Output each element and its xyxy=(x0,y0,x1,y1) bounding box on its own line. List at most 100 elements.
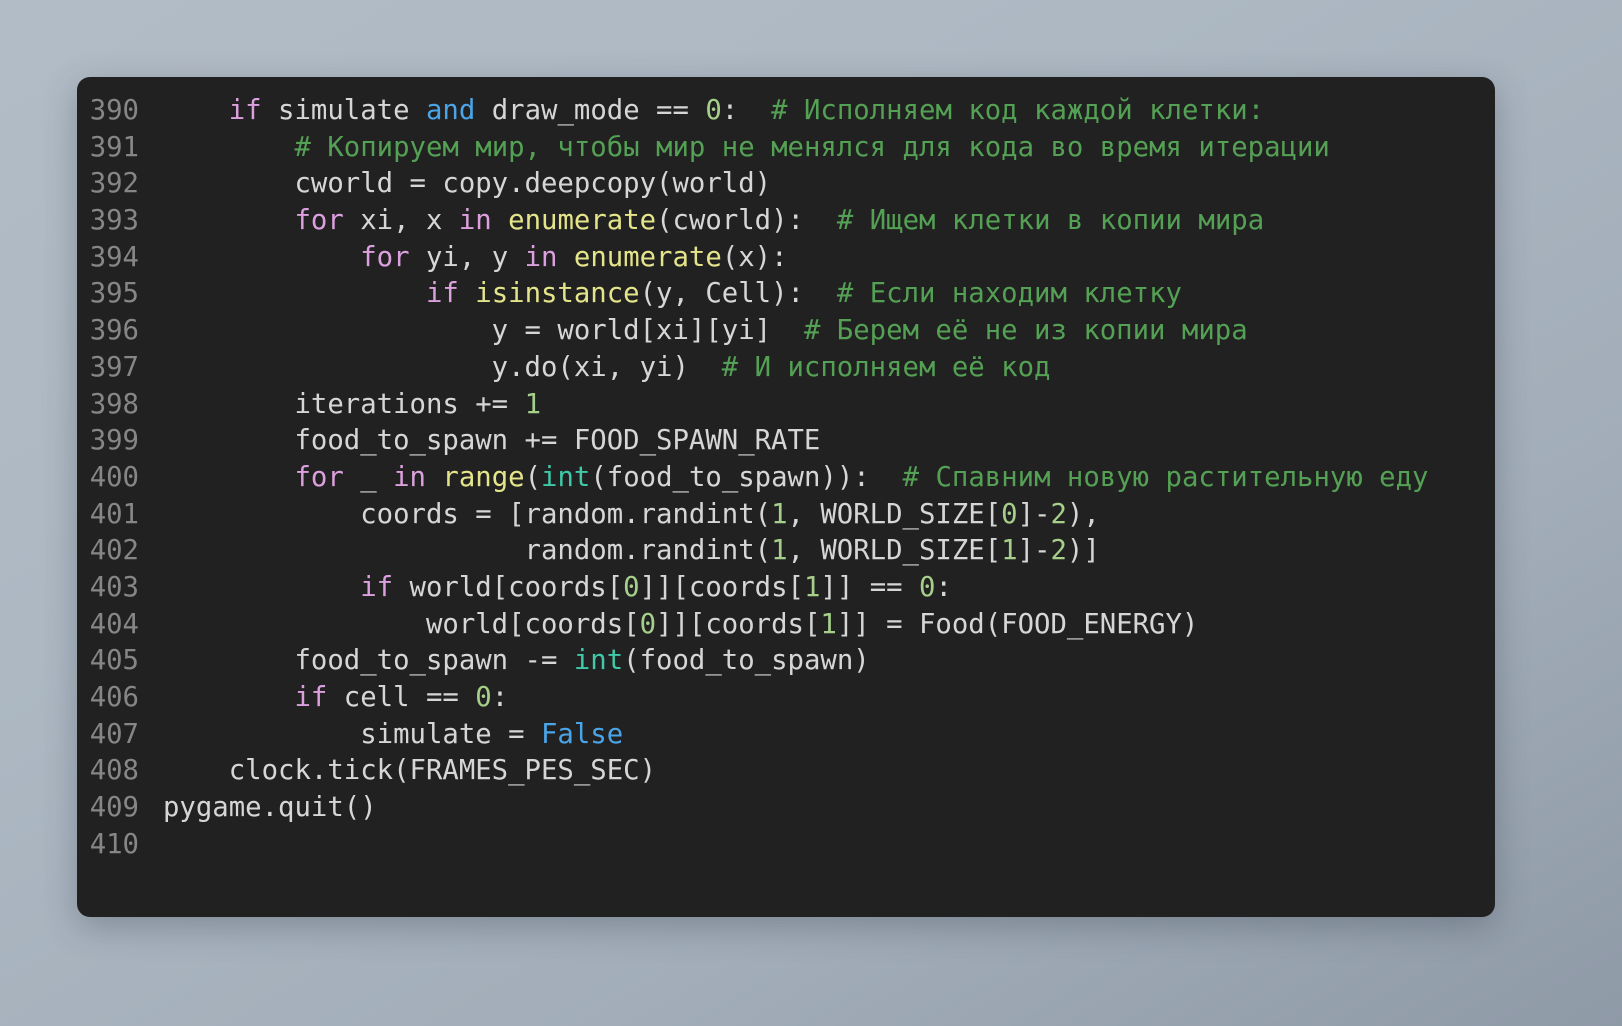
line-content[interactable]: for _ in range(int(food_to_spawn)): # Сп… xyxy=(163,460,1495,497)
code-line[interactable]: 400 for _ in range(int(food_to_spawn)): … xyxy=(77,460,1495,497)
code-line[interactable]: 401 coords = [random.randint(1, WORLD_SI… xyxy=(77,497,1495,534)
line-content[interactable]: food_to_spawn -= int(food_to_spawn) xyxy=(163,643,1495,680)
code-token-num: 0 xyxy=(623,571,640,603)
code-token-cmt: # Спавним новую растительную еду xyxy=(902,461,1429,493)
line-content[interactable]: if world[coords[0]][coords[1]] == 0: xyxy=(163,570,1495,607)
code-line[interactable]: 398 iterations += 1 xyxy=(77,387,1495,424)
code-token-num: 1 xyxy=(803,571,821,603)
code-token-plain: cworld = copy.deepcopy(world) xyxy=(163,168,772,200)
line-content[interactable]: y = world[xi][yi] # Берем её не из копии… xyxy=(163,313,1495,350)
code-token-plain: simulate = xyxy=(163,718,541,750)
code-line[interactable]: 394 for yi, y in enumerate(x): xyxy=(77,240,1495,277)
code-token-kw: if xyxy=(425,278,459,310)
code-line[interactable]: 404 world[coords[0]][coords[1]] = Food(F… xyxy=(77,607,1495,644)
code-line[interactable]: 391 # Копируем мир, чтобы мир не менялся… xyxy=(77,130,1495,167)
code-editor-body[interactable]: 390 if simulate and draw_mode == 0: # Ис… xyxy=(77,93,1495,863)
code-line[interactable]: 392 cworld = copy.deepcopy(world) xyxy=(77,166,1495,203)
code-line[interactable]: 406 if cell == 0: xyxy=(77,680,1495,717)
line-content[interactable]: if isinstance(y, Cell): # Если находим к… xyxy=(163,276,1495,313)
code-token-plain: (cworld): xyxy=(656,205,837,237)
code-token-cmt: # Ищем клетки в копии мира xyxy=(836,205,1265,237)
code-token-cmt: # Исполняем код каждой клетки: xyxy=(771,95,1265,126)
code-token-plain: : xyxy=(721,95,772,126)
line-content[interactable]: simulate = False xyxy=(163,717,1495,754)
code-line[interactable]: 390 if simulate and draw_mode == 0: # Ис… xyxy=(77,93,1495,130)
line-number: 408 xyxy=(89,755,139,787)
code-token-kw: if xyxy=(360,571,394,603)
line-number: 398 xyxy=(89,388,139,420)
code-line[interactable]: 407 simulate = False xyxy=(77,717,1495,754)
line-number: 405 xyxy=(89,645,139,677)
code-token-plain: ), xyxy=(1066,498,1100,530)
code-token-plain: y.do(xi, yi) xyxy=(163,351,722,383)
line-content[interactable]: y.do(xi, yi) # И исполняем её код xyxy=(163,350,1495,387)
code-token-plain: food_to_spawn += FOOD_SPAWN_RATE xyxy=(163,425,821,457)
code-line[interactable]: 395 if isinstance(y, Cell): # Если наход… xyxy=(77,276,1495,313)
code-token-cmt: # Если находим клетку xyxy=(836,278,1182,310)
code-line[interactable]: 402 random.randint(1, WORLD_SIZE[1]-2)] xyxy=(77,533,1495,570)
code-token-plain: cell == xyxy=(327,682,476,713)
code-token-fn: range xyxy=(442,461,525,493)
line-number: 406 xyxy=(89,682,139,713)
code-token-num: 0 xyxy=(639,608,657,640)
line-content[interactable]: world[coords[0]][coords[1]] = Food(FOOD_… xyxy=(163,607,1495,644)
line-number: 395 xyxy=(89,278,139,310)
code-token-cmt: # И исполняем её код xyxy=(721,351,1051,383)
code-token-kw: in xyxy=(458,205,492,237)
code-token-plain: coords = [random.randint( xyxy=(163,498,772,530)
code-token-plain: ]- xyxy=(1017,535,1051,567)
code-token-num: 2 xyxy=(1050,498,1067,530)
line-content[interactable]: pygame.quit() xyxy=(163,790,1495,827)
line-content[interactable]: if simulate and draw_mode == 0: # Исполн… xyxy=(163,93,1495,130)
line-number: 407 xyxy=(89,718,139,750)
line-content[interactable]: random.randint(1, WORLD_SIZE[1]-2)] xyxy=(163,533,1495,570)
line-number: 410 xyxy=(89,828,139,860)
code-line[interactable]: 396 y = world[xi][yi] # Берем её не из к… xyxy=(77,313,1495,350)
code-token-kw: if xyxy=(228,95,262,126)
line-content[interactable]: cworld = copy.deepcopy(world) xyxy=(163,166,1495,203)
code-token-type: int xyxy=(573,645,624,677)
line-number: 394 xyxy=(89,241,139,273)
line-number: 397 xyxy=(89,351,139,383)
code-line[interactable]: 397 y.do(xi, yi) # И исполняем её код xyxy=(77,350,1495,387)
line-content[interactable]: for yi, y in enumerate(x): xyxy=(163,240,1495,277)
line-content[interactable]: if cell == 0: xyxy=(163,680,1495,717)
code-token-plain: iterations += xyxy=(163,388,525,420)
line-number: 393 xyxy=(89,205,139,237)
code-line[interactable]: 409 pygame.quit() xyxy=(77,790,1495,827)
code-token-plain: )] xyxy=(1066,535,1100,567)
code-token-plain: (x): xyxy=(721,241,788,273)
code-token-plain: ]- xyxy=(1017,498,1051,530)
code-token-cmt: # Копируем мир, чтобы мир не менялся для… xyxy=(294,131,1330,163)
line-number: 399 xyxy=(89,425,139,457)
code-token-fn: isinstance xyxy=(475,278,640,310)
line-number: 396 xyxy=(89,315,139,347)
code-token-plain: : xyxy=(491,682,509,713)
code-token-num: 1 xyxy=(524,388,541,420)
code-token-kw: if xyxy=(294,682,328,713)
code-token-cmt: # Берем её не из копии мира xyxy=(803,315,1248,347)
line-content[interactable]: coords = [random.randint(1, WORLD_SIZE[0… xyxy=(163,497,1495,534)
code-line[interactable]: 403 if world[coords[0]][coords[1]] == 0: xyxy=(77,570,1495,607)
code-token-plain: y = world[xi][yi] xyxy=(163,315,804,347)
code-token-plain: , WORLD_SIZE[ xyxy=(787,535,1002,567)
line-content[interactable]: # Копируем мир, чтобы мир не менялся для… xyxy=(163,130,1495,167)
line-content[interactable]: food_to_spawn += FOOD_SPAWN_RATE xyxy=(163,423,1495,460)
line-number: 392 xyxy=(89,168,139,200)
code-token-plain: (food_to_spawn) xyxy=(623,645,870,677)
code-line[interactable]: 393 for xi, x in enumerate(cworld): # Ищ… xyxy=(77,203,1495,240)
line-content[interactable]: for xi, x in enumerate(cworld): # Ищем к… xyxy=(163,203,1495,240)
code-token-num: 2 xyxy=(1050,535,1067,567)
line-content[interactable]: clock.tick(FRAMES_PES_SEC) xyxy=(163,753,1495,790)
code-line[interactable]: 408 clock.tick(FRAMES_PES_SEC) xyxy=(77,753,1495,790)
code-line[interactable]: 405 food_to_spawn -= int(food_to_spawn) xyxy=(77,643,1495,680)
code-token-plain: _ xyxy=(343,461,394,493)
line-content[interactable]: iterations += 1 xyxy=(163,387,1495,424)
code-line[interactable]: 399 food_to_spawn += FOOD_SPAWN_RATE xyxy=(77,423,1495,460)
code-line[interactable]: 410 xyxy=(77,827,1495,864)
code-snippet-card: 390 if simulate and draw_mode == 0: # Ис… xyxy=(77,77,1495,917)
